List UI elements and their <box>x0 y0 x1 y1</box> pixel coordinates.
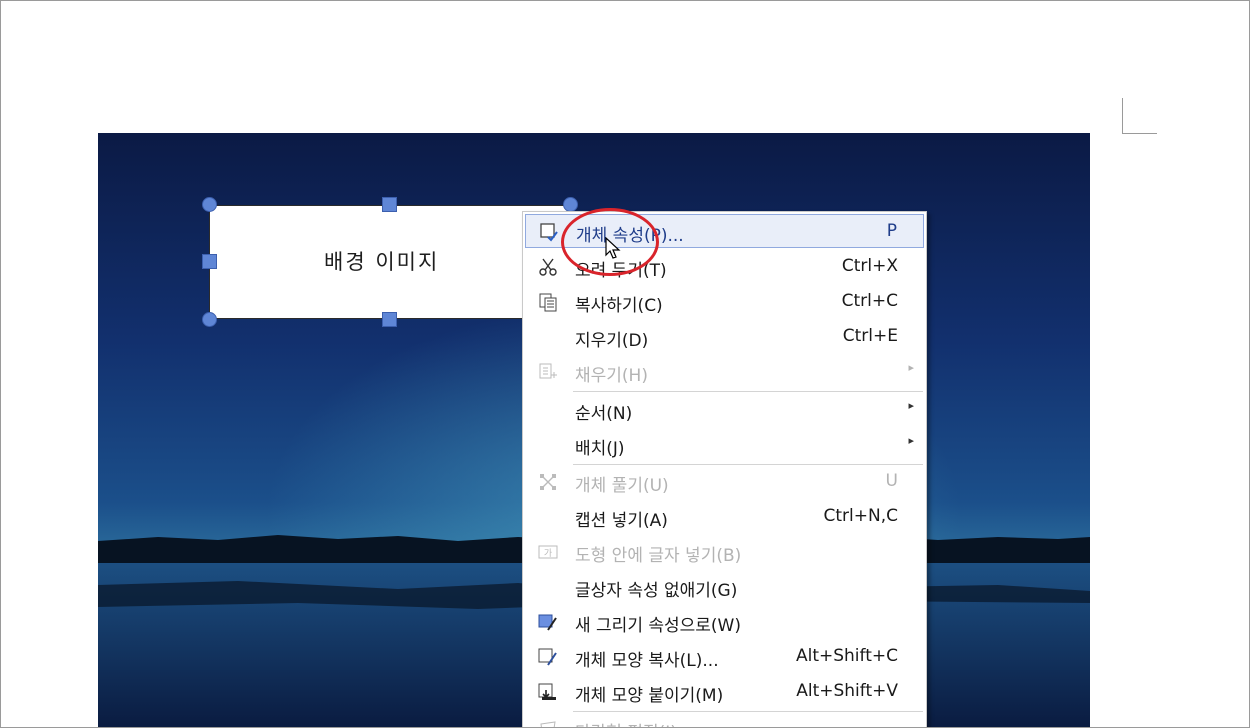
menu-item-shortcut: Alt+Shift+V <box>796 681 898 701</box>
menu-separator <box>573 391 923 392</box>
mouse-pointer-icon <box>605 236 621 265</box>
menu-item-shortcut: Alt+Shift+C <box>795 646 898 666</box>
copy-icon <box>537 291 559 313</box>
resize-handle-bottom-left[interactable] <box>202 312 217 327</box>
copy-shape-style-icon <box>537 646 559 668</box>
menu-item-remove-textbox-props[interactable]: 글상자 속성 없애기(G) <box>525 570 924 604</box>
menu-item-text-in-shape[interactable]: 가 도형 안에 글자 넣기(B) <box>525 535 924 569</box>
menu-item-label: 개체 풀기(U) <box>575 476 669 496</box>
menu-item-polygon-edit[interactable]: 다각형 편집(I) <box>525 712 924 727</box>
menu-item-label: 배치(J) <box>575 439 625 459</box>
svg-text:가: 가 <box>544 548 552 559</box>
object-properties-icon <box>538 221 560 243</box>
menu-item-label: 다각형 편집(I) <box>575 718 677 727</box>
menu-item-copy-shape-style[interactable]: 개체 모양 복사(L)... Alt+Shift+C <box>525 640 924 674</box>
submenu-arrow-icon: ▸ <box>908 399 914 412</box>
selected-textbox[interactable]: 배경 이미지 <box>209 205 571 319</box>
menu-item-label: 순서(N) <box>575 404 633 424</box>
menu-item-delete[interactable]: 지우기(D) Ctrl+E <box>525 320 924 354</box>
context-menu: 개체 속성(P)... P 오려 두기(T) Ctrl+X 복사하기(C) Ct… <box>522 211 927 727</box>
resize-handle-left[interactable] <box>202 254 217 269</box>
resize-handle-top-left[interactable] <box>202 197 217 212</box>
menu-item-fill[interactable]: 채우기(H) ▸ <box>525 355 924 389</box>
menu-item-label: 도형 안에 글자 넣기(B) <box>575 546 742 566</box>
fill-icon <box>537 361 559 383</box>
new-drawing-style-icon <box>537 611 559 633</box>
paste-shape-style-icon <box>537 681 559 703</box>
resize-handle-top[interactable] <box>382 197 397 212</box>
resize-handle-bottom[interactable] <box>382 312 397 327</box>
page-corner-mark <box>1122 98 1157 134</box>
menu-item-label: 채우기(H) <box>575 366 648 386</box>
menu-item-copy[interactable]: 복사하기(C) Ctrl+C <box>525 285 924 319</box>
menu-item-label: 새 그리기 속성으로(W) <box>575 616 742 636</box>
menu-item-insert-caption[interactable]: 캡션 넣기(A) Ctrl+N,C <box>525 500 924 534</box>
submenu-arrow-icon: ▸ <box>908 361 914 374</box>
menu-item-shortcut: Ctrl+E <box>842 326 898 346</box>
menu-item-paste-shape-style[interactable]: 개체 모양 붙이기(M) Alt+Shift+V <box>525 675 924 709</box>
menu-item-arrange[interactable]: 배치(J) ▸ <box>525 428 924 462</box>
menu-item-shortcut: Ctrl+C <box>841 291 898 311</box>
ungroup-icon <box>537 471 559 493</box>
textbox-label: 배경 이미지 <box>324 250 440 274</box>
menu-item-order[interactable]: 순서(N) ▸ <box>525 393 924 427</box>
polygon-edit-icon <box>537 718 559 727</box>
resize-handle-top-right[interactable] <box>563 197 578 212</box>
menu-item-new-drawing-style[interactable]: 새 그리기 속성으로(W) <box>525 605 924 639</box>
menu-item-label: 개체 모양 붙이기(M) <box>575 686 724 706</box>
menu-item-shortcut: P <box>886 221 897 241</box>
text-in-shape-icon: 가 <box>537 541 559 563</box>
menu-item-shortcut: Ctrl+N,C <box>823 506 898 526</box>
submenu-arrow-icon: ▸ <box>908 434 914 447</box>
menu-item-shortcut: Ctrl+X <box>841 256 898 276</box>
menu-item-label: 캡션 넣기(A) <box>575 511 668 531</box>
menu-item-label: 개체 모양 복사(L)... <box>575 651 719 671</box>
menu-item-label: 지우기(D) <box>575 331 649 351</box>
scissors-icon <box>537 256 559 278</box>
menu-item-shortcut: U <box>885 471 898 491</box>
menu-item-label: 복사하기(C) <box>575 296 663 316</box>
menu-item-label: 글상자 속성 없애기(G) <box>575 581 738 601</box>
document-page: 배경 이미지 개체 속성(P)... P 오려 두기(T) Ctrl+X 복사하… <box>0 0 1250 728</box>
menu-item-ungroup[interactable]: 개체 풀기(U) U <box>525 465 924 499</box>
